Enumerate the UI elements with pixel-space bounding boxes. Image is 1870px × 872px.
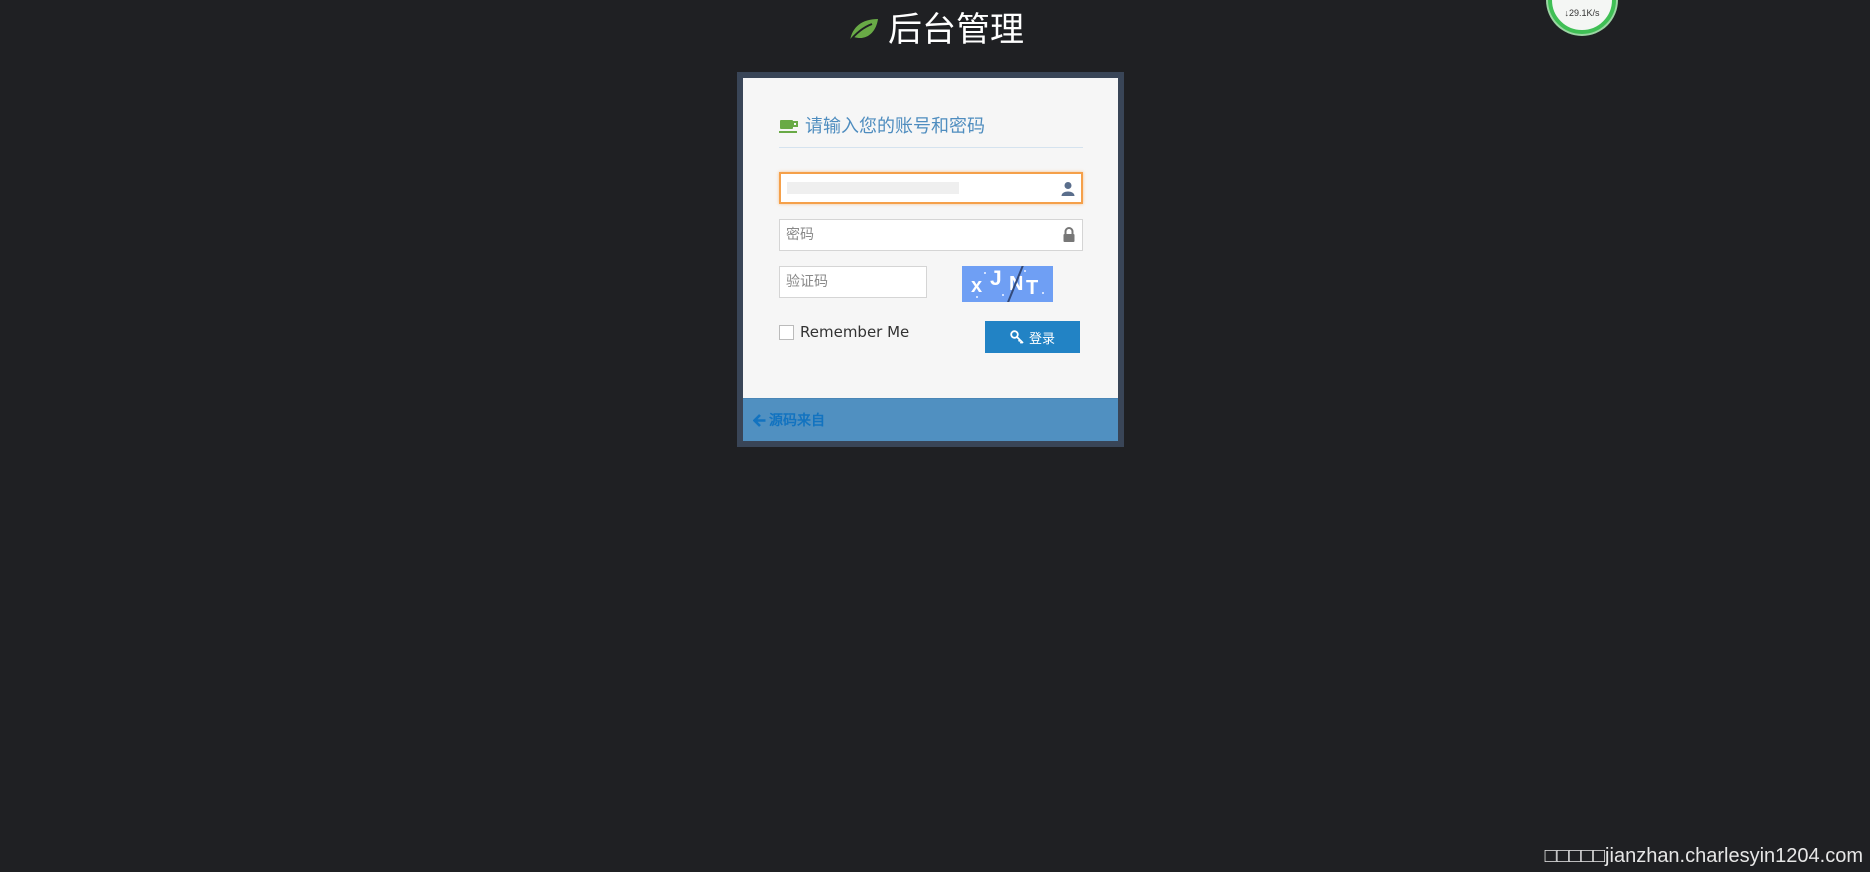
page-title: 后台管理 bbox=[888, 10, 1024, 50]
captcha-noise-dot bbox=[1042, 292, 1044, 294]
remember-me-label: Remember Me bbox=[800, 323, 910, 341]
user-icon bbox=[1061, 182, 1075, 196]
source-link-label: 源码来自 bbox=[769, 413, 825, 429]
captcha-noise-dot bbox=[1002, 294, 1004, 296]
login-page: 后台管理 ↓29.1K/s 请输入您的账号和密码 验证码 x J T Remem… bbox=[0, 0, 1870, 872]
login-button-label: 登录 bbox=[1028, 331, 1055, 347]
captcha-image[interactable]: x J N T bbox=[962, 266, 1053, 302]
captcha-noise-dot bbox=[976, 296, 978, 298]
login-panel: 请输入您的账号和密码 x bbox=[743, 78, 1118, 441]
arrow-left-icon bbox=[753, 413, 766, 427]
login-button[interactable]: 登录 bbox=[985, 321, 1080, 353]
remember-me-checkbox[interactable] bbox=[779, 324, 794, 340]
captcha-char: T bbox=[1026, 277, 1039, 299]
remember-me[interactable]: Remember Me bbox=[779, 323, 909, 341]
key-icon bbox=[1010, 330, 1024, 344]
download-speed: ↓29.1K/s bbox=[1564, 8, 1600, 18]
captcha-noise-dot bbox=[984, 272, 986, 274]
login-heading-text: 请输入您的账号和密码 bbox=[805, 116, 985, 137]
password-input[interactable] bbox=[780, 220, 1082, 250]
login-toolbar: 源码来自 bbox=[743, 398, 1118, 441]
password-field[interactable] bbox=[779, 219, 1083, 251]
username-field[interactable] bbox=[779, 172, 1083, 204]
source-link[interactable]: 源码来自 bbox=[753, 410, 825, 430]
captcha-char: J bbox=[990, 267, 1002, 290]
captcha-field[interactable] bbox=[779, 266, 927, 298]
login-box: 请输入您的账号和密码 x bbox=[737, 72, 1124, 447]
captcha-input[interactable] bbox=[780, 267, 926, 297]
captcha-noise-dot bbox=[1024, 270, 1026, 272]
username-autofill-highlight bbox=[787, 182, 959, 194]
lock-icon bbox=[1063, 227, 1075, 242]
captcha-char: x bbox=[971, 275, 983, 297]
coffee-icon bbox=[779, 120, 798, 133]
login-heading: 请输入您的账号和密码 bbox=[779, 116, 1083, 148]
site-watermark: □□□□□jianzhan.charlesyin1204.com bbox=[1544, 845, 1863, 867]
leaf-icon bbox=[848, 19, 878, 43]
